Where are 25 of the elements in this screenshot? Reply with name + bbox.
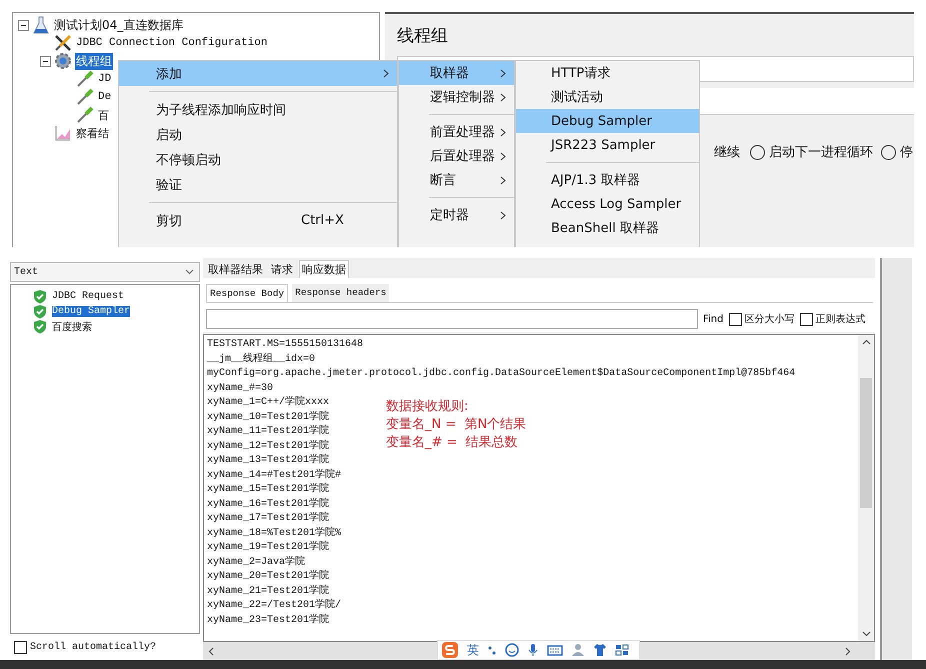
response-line: xyName_#=30 [207,382,274,396]
response-line: TESTSTART.MS=1555150131648 [207,338,364,352]
response-line: __jm__线程组__idx=0 [207,352,316,366]
annotation-text: 变量名_N = 第N个结果 [386,416,526,434]
annotation-text: 数据接收规则: [386,398,470,416]
response-line: xyName_2=Java学院 [207,556,306,570]
response-line: xyName_11=Test201学院 [207,425,330,439]
annotation-text: 变量名_# = 结果总数 [386,434,519,452]
response-line: xyName_16=Test201学院 [207,498,330,512]
response-line: xyName_18=%Test201学院% [207,526,342,540]
response-line: xyName_14=#Test201学院# [207,468,342,482]
response-line: xyName_20=Test201学院 [207,570,330,584]
response-line: xyName_1=C++/学院xxxx [207,396,330,410]
response-line: xyName_12=Test201学院 [207,440,330,454]
radio-label: 继续 [714,144,740,161]
response-line: myConfig=org.apache.jmeter.protocol.jdbc.config.DataSourceElement$DataSourceComponentImpl@785bf464 [207,367,796,381]
response-line: xyName_17=Test201学院 [207,512,330,526]
response-line: xyName_21=Test201学院 [207,584,330,598]
response-line: xyName_13=Test201学院 [207,454,330,468]
response-line: xyName_22=/Test201学院/ [207,599,342,613]
panel-title: 线程组 [396,25,449,48]
response-line: xyName_19=Test201学院 [207,541,330,555]
response-line: xyName_10=Test201学院 [207,410,330,424]
response-line: xyName_23=Test201学院 [207,614,330,628]
response-line: xyName_15=Test201学院 [207,483,330,497]
